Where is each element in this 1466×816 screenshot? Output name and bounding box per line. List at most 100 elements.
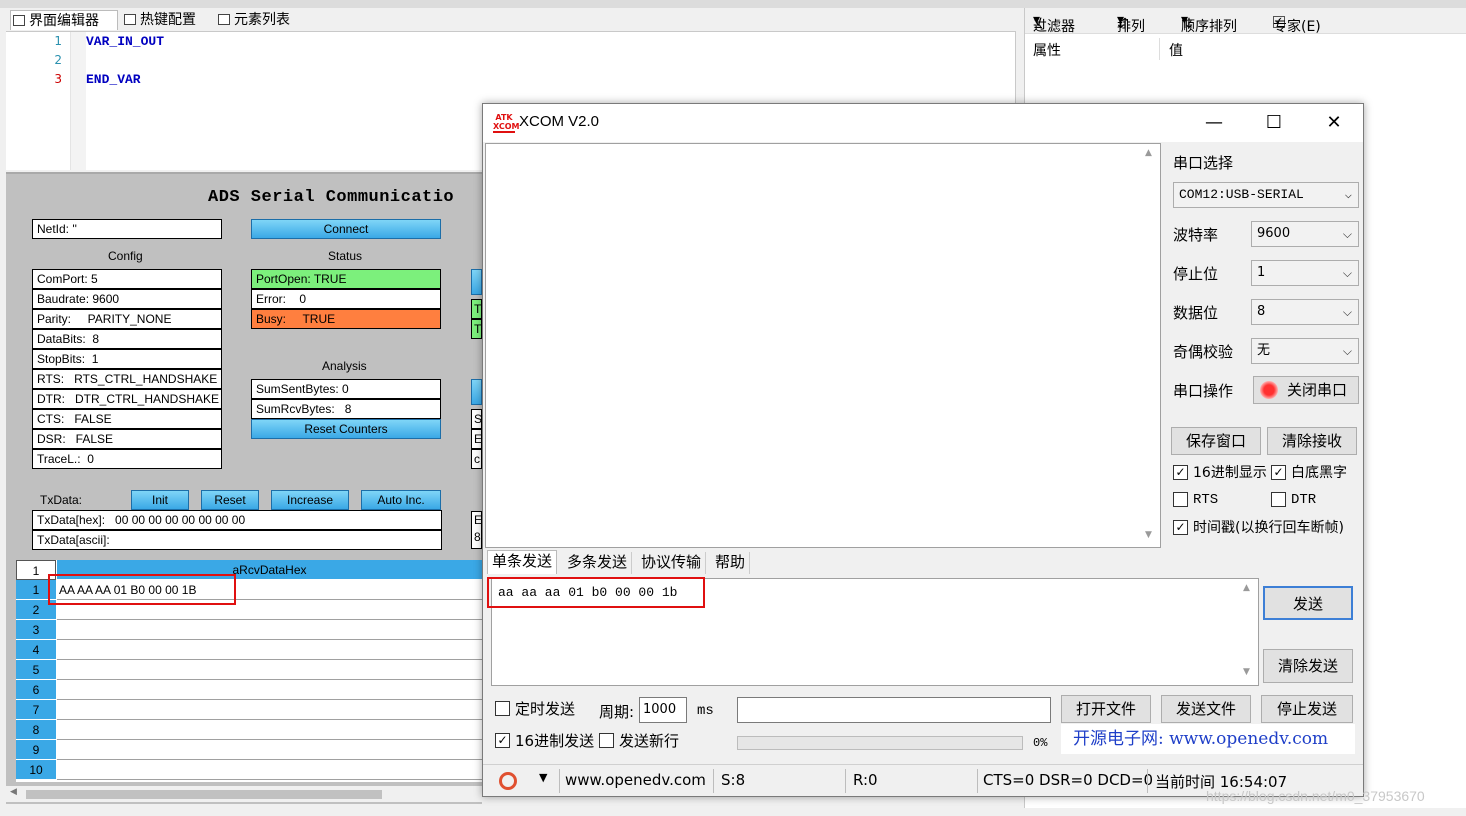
white-bg-checkbox[interactable]: ✓ 白底黑字 xyxy=(1271,464,1347,482)
send-button[interactable]: 发送 xyxy=(1263,586,1353,620)
baud-select[interactable]: 9600 ⌵ xyxy=(1251,221,1359,247)
close-window-button[interactable]: ✕ xyxy=(1311,108,1357,138)
dtr-label: DTR xyxy=(1291,492,1317,508)
column-divider xyxy=(1159,38,1160,60)
receive-textarea[interactable]: ▲ ▼ xyxy=(485,143,1161,548)
checkbox-checked-icon: ✓ xyxy=(1173,520,1188,535)
sort-button[interactable]: ⇵ 排列 ▾ xyxy=(1117,12,1145,35)
table-row xyxy=(57,680,482,700)
rts-label: RTS xyxy=(1193,492,1219,508)
auto-inc-button[interactable]: Auto Inc. xyxy=(361,490,441,510)
port-select[interactable]: COM12:USB-SERIAL ⌵ xyxy=(1173,182,1359,208)
checkbox-checked-icon: ✓ xyxy=(495,733,510,748)
open-file-button[interactable]: 打开文件 xyxy=(1061,695,1151,723)
config-rts: RTS: RTS_CTRL_HANDSHAKE xyxy=(32,369,222,389)
status-url[interactable]: www.openedv.com xyxy=(565,771,706,789)
tab-protocol[interactable]: 协议传输 xyxy=(637,552,707,574)
settings-gear-icon[interactable] xyxy=(499,772,517,790)
scroll-up-icon[interactable]: ▲ xyxy=(1243,583,1250,593)
checkbox-unchecked-icon xyxy=(1271,492,1286,507)
period-input[interactable]: 1000 xyxy=(639,697,687,723)
clear-send-button[interactable]: 清除发送 xyxy=(1263,649,1353,683)
hex-display-checkbox[interactable]: ✓ 16进制显示 xyxy=(1173,464,1267,482)
line-number: 2 xyxy=(54,53,62,67)
hex-send-checkbox[interactable]: ✓ 16进制发送 xyxy=(495,732,594,750)
checkbox-unchecked-icon xyxy=(495,701,510,716)
sort-label: 排列 xyxy=(1117,19,1145,35)
send-newline-checkbox[interactable]: 发送新行 xyxy=(599,732,679,750)
promo-link[interactable]: 开源电子网: www.openedv.com xyxy=(1061,724,1355,754)
config-dsr: DSR: FALSE xyxy=(32,429,222,449)
hidden-button[interactable] xyxy=(471,269,482,295)
rts-checkbox[interactable]: RTS xyxy=(1173,491,1218,509)
close-port-button[interactable]: 关闭串口 xyxy=(1253,376,1359,404)
increase-button[interactable]: Increase xyxy=(271,490,349,510)
timed-send-checkbox[interactable]: 定时发送 xyxy=(495,700,575,718)
analysis-label: Analysis xyxy=(322,359,367,373)
timestamp-checkbox[interactable]: ✓ 时间戳(以换行回车断帧) xyxy=(1173,519,1344,537)
init-button[interactable]: Init xyxy=(131,490,189,510)
hidden-field: T xyxy=(471,319,482,339)
tab-element-list-label: 元素列表 xyxy=(234,12,290,28)
txdata-label: TxData: xyxy=(40,493,83,507)
maximize-button[interactable]: ☐ xyxy=(1251,108,1297,138)
tab-ui-editor[interactable]: 界面编辑器 xyxy=(10,10,118,30)
parity-select[interactable]: 无 ⌵ xyxy=(1251,338,1359,364)
hex-display-label: 16进制显示 xyxy=(1193,465,1267,481)
databits-label: 数据位 xyxy=(1173,304,1219,322)
line-number: 1 xyxy=(54,34,62,48)
send-scrollbar[interactable]: ▲ ▼ xyxy=(1240,579,1258,685)
save-window-button[interactable]: 保存窗口 xyxy=(1171,427,1261,455)
table-row xyxy=(57,700,482,720)
file-path-input[interactable] xyxy=(737,697,1051,723)
tab-element-list[interactable]: 元素列表 xyxy=(216,10,310,30)
hidden-field-text: 8 xyxy=(474,530,481,544)
scroll-down-icon[interactable]: ▼ xyxy=(1243,667,1250,677)
tab-multi-send[interactable]: 多条发送 xyxy=(563,552,633,574)
row-number: 10 xyxy=(16,760,56,780)
tab-help[interactable]: 帮助 xyxy=(711,552,751,574)
reset-counters-button[interactable]: Reset Counters xyxy=(251,419,441,439)
expert-label: 专家(E) xyxy=(1273,19,1321,35)
filter-button[interactable]: ⊻ 过滤器 ▾ xyxy=(1033,12,1075,35)
config-parity: Parity: PARITY_NONE xyxy=(32,309,222,329)
databits-select[interactable]: 8 ⌵ xyxy=(1251,299,1359,325)
stopbits-select[interactable]: 1 ⌵ xyxy=(1251,260,1359,286)
chevron-down-icon: ⌵ xyxy=(1342,305,1352,319)
highlight-box-received xyxy=(48,574,236,605)
checkbox-unchecked-icon xyxy=(1173,492,1188,507)
scroll-up-icon[interactable]: ▲ xyxy=(1145,148,1152,158)
status-modem-lines: CTS=0 DSR=0 DCD=0 xyxy=(983,771,1154,789)
txdata-ascii-field[interactable]: TxData[ascii]: xyxy=(32,530,442,550)
netid-field[interactable]: NetId: '' xyxy=(32,219,222,239)
watermark-text: https://blog.csdn.net/m0_37953670 xyxy=(1206,788,1425,804)
table-row xyxy=(57,660,482,680)
hidden-field: T xyxy=(471,299,482,319)
horizontal-scrollbar[interactable]: ◀ xyxy=(6,786,482,802)
stop-send-button[interactable]: 停止发送 xyxy=(1261,695,1353,723)
scroll-left-icon[interactable]: ◀ xyxy=(10,787,17,797)
hex-send-label: 16进制发送 xyxy=(515,732,595,750)
tab-hotkeys[interactable]: 热键配置 xyxy=(122,10,214,30)
txdata-hex-field[interactable]: TxData[hex]: 00 00 00 00 00 00 00 00 xyxy=(32,510,442,530)
config-tracel: TraceL.: 0 xyxy=(32,449,222,469)
order-button[interactable]: ⇅ 顺序排列 ▾ xyxy=(1181,12,1237,35)
chevron-down-icon[interactable]: ▼ xyxy=(539,771,547,784)
receive-scrollbar[interactable]: ▲ ▼ xyxy=(1142,144,1160,547)
xcom-titlebar[interactable]: ATK XCOM XCOM V2.0 — ☐ ✕ xyxy=(483,104,1363,142)
line-gutter: 1 2 3 xyxy=(6,32,64,170)
scrollbar-thumb[interactable] xyxy=(26,790,382,799)
tab-single-send[interactable]: 单条发送 xyxy=(487,550,558,574)
code-line: END_VAR xyxy=(86,72,141,87)
close-port-label: 关闭串口 xyxy=(1286,381,1347,399)
minimize-button[interactable]: — xyxy=(1191,108,1237,138)
connect-button[interactable]: Connect xyxy=(251,219,441,239)
scroll-down-icon[interactable]: ▼ xyxy=(1145,530,1152,540)
hidden-button[interactable] xyxy=(471,379,482,405)
clear-receive-button[interactable]: 清除接收 xyxy=(1267,427,1357,455)
window-title: XCOM V2.0 xyxy=(519,113,600,130)
reset-button[interactable]: Reset xyxy=(201,490,259,510)
send-file-button[interactable]: 发送文件 xyxy=(1161,695,1251,723)
dtr-checkbox[interactable]: DTR xyxy=(1271,491,1316,509)
visu-title: ADS Serial Communicatio xyxy=(208,188,455,207)
